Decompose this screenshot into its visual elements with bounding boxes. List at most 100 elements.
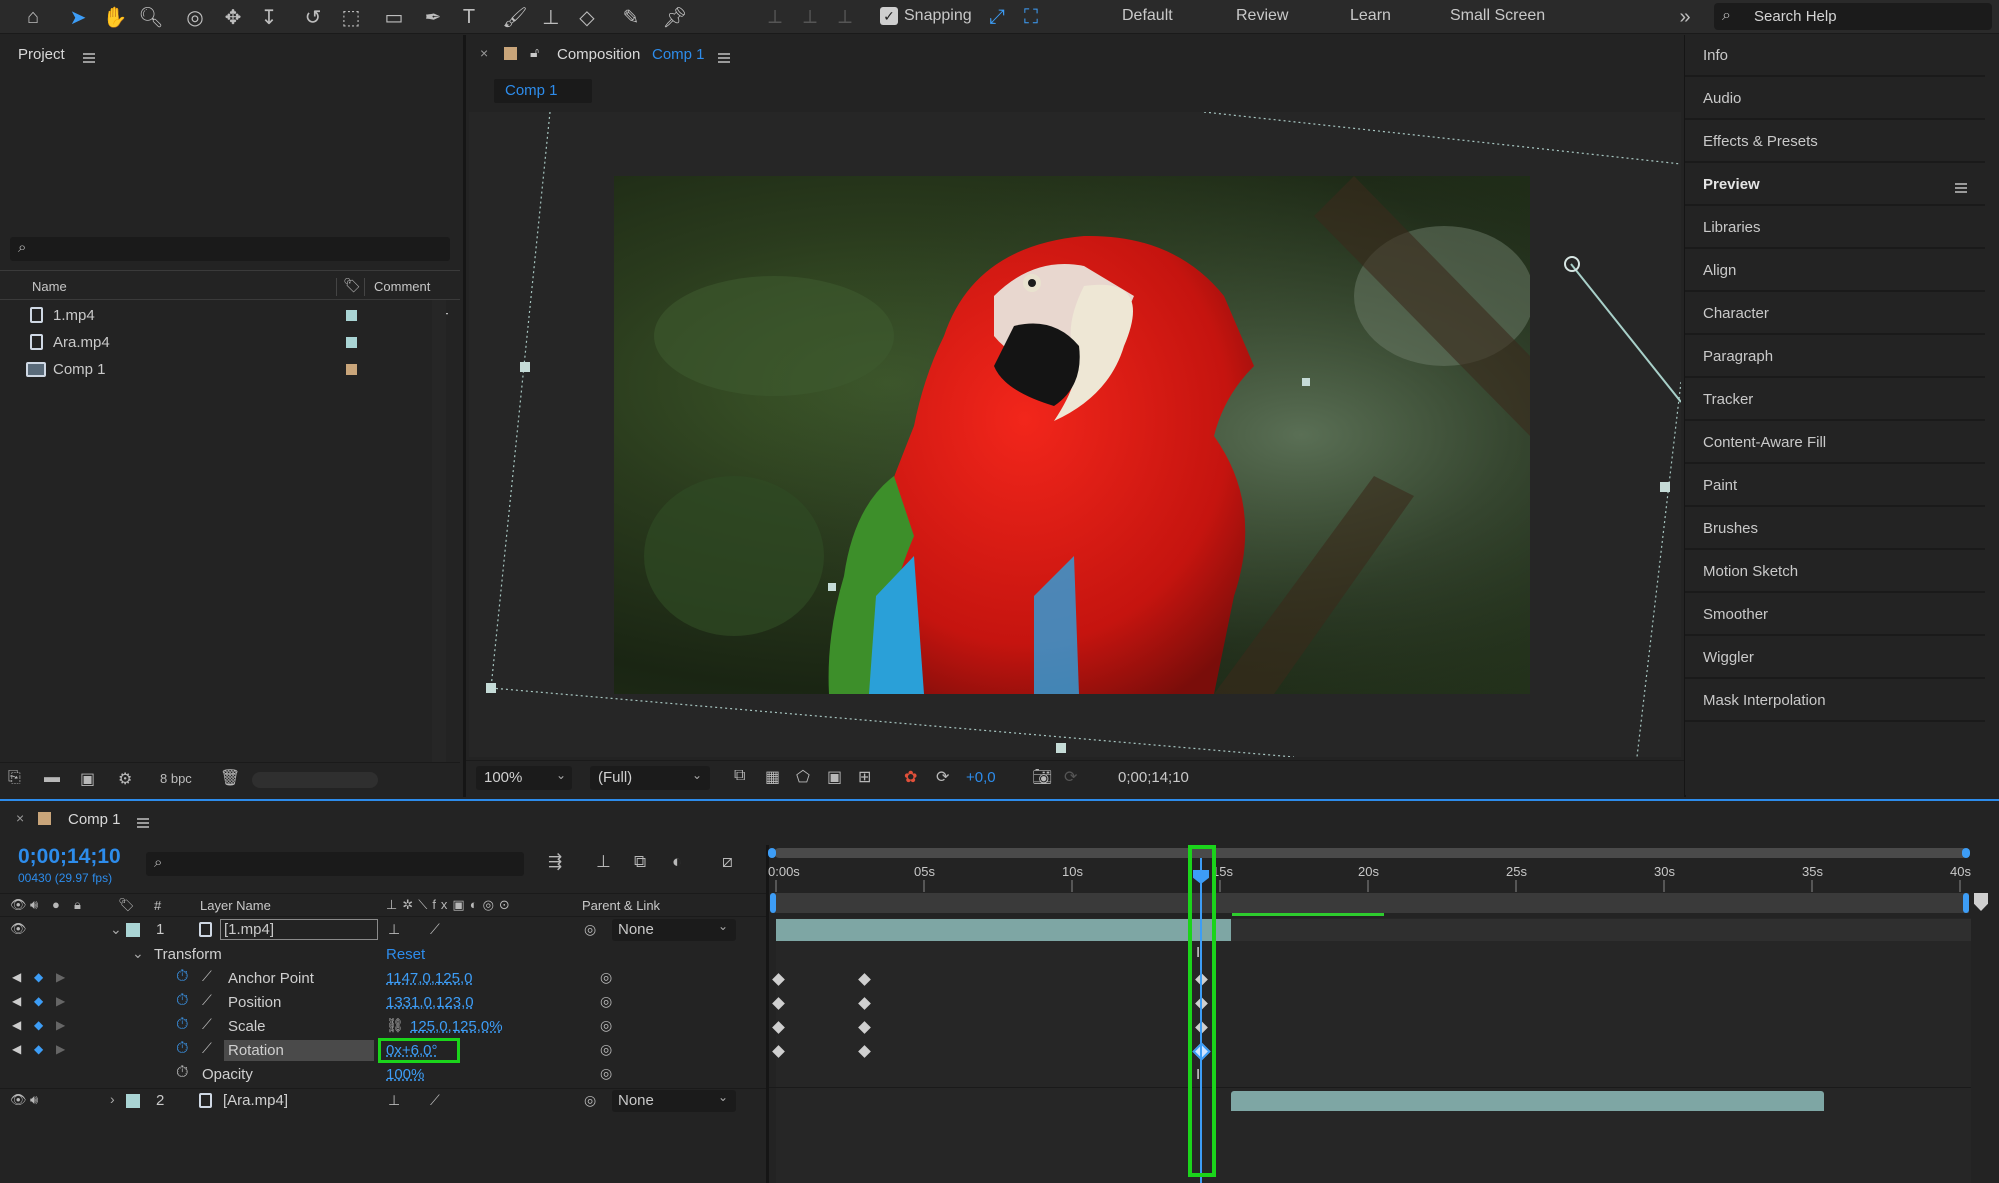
guides-grid-icon[interactable]: ⊞ bbox=[858, 767, 871, 787]
label-color-swatch[interactable] bbox=[346, 364, 357, 375]
next-keyframe-icon[interactable]: ▶ bbox=[56, 994, 65, 1008]
solo-icon[interactable]: ● bbox=[52, 897, 60, 912]
project-item-ara[interactable]: Ara.mp4 bbox=[0, 330, 460, 356]
frame-blending-icon[interactable]: ◐ bbox=[672, 852, 682, 872]
column-header-name[interactable]: Name bbox=[32, 279, 67, 294]
work-area-end-handle[interactable] bbox=[1963, 893, 1969, 913]
add-keyframe-icon[interactable]: ◆ bbox=[34, 1042, 43, 1056]
stopwatch-icon[interactable]: ⏱︎ bbox=[176, 968, 188, 986]
mask-visibility-icon[interactable]: ⬠ bbox=[796, 767, 810, 787]
transform-handle[interactable] bbox=[1660, 482, 1670, 492]
dolly-camera-icon[interactable]: ↧ bbox=[254, 2, 284, 32]
region-of-interest-icon[interactable]: ▣ bbox=[827, 767, 842, 787]
graph-icon[interactable]: ⟋ bbox=[202, 968, 212, 985]
layer-row-1[interactable]: 👁︎ ⌄ 1 [1.mp4] ⊥ ⟋ ◎ None ⌄ bbox=[0, 918, 766, 942]
label-tag-icon[interactable]: 🏷︎ bbox=[118, 897, 135, 913]
close-tab-icon[interactable]: × bbox=[480, 45, 488, 61]
property-value[interactable]: 100% bbox=[386, 1066, 424, 1083]
transform-handle[interactable] bbox=[486, 683, 496, 693]
property-row-rotation[interactable]: ◀ ◆ ▶ ⏱︎ ⟋ Rotation 0x+6,0° ◎ bbox=[0, 1038, 766, 1063]
panel-paint[interactable]: Paint bbox=[1685, 466, 1985, 507]
panel-info[interactable]: Info bbox=[1685, 36, 1985, 77]
eye-icon[interactable]: 👁︎ bbox=[10, 1092, 27, 1108]
work-area-start-handle[interactable] bbox=[770, 893, 776, 913]
stopwatch-icon[interactable]: ⏱︎ bbox=[176, 1016, 188, 1034]
timeline-menu-icon[interactable] bbox=[137, 815, 149, 832]
composition-viewer[interactable] bbox=[469, 112, 1681, 757]
subtab-comp1[interactable]: Comp 1 bbox=[494, 79, 592, 103]
orbit-camera-icon[interactable]: ◎ bbox=[180, 2, 210, 32]
layer-2-duration-bar[interactable] bbox=[1231, 1091, 1824, 1111]
next-keyframe-icon[interactable]: ▶ bbox=[56, 970, 65, 984]
hand-tool-icon[interactable]: ✋ bbox=[100, 2, 130, 32]
reset-exposure-icon[interactable]: ⟳ bbox=[936, 767, 949, 787]
new-composition-icon[interactable]: ▣ bbox=[80, 769, 95, 789]
prev-keyframe-icon[interactable]: ◀ bbox=[12, 994, 21, 1008]
property-row-opacity[interactable]: ⏱︎ Opacity 100% ◎ bbox=[0, 1063, 766, 1087]
axis-world-icon[interactable]: ⟂ bbox=[795, 2, 825, 32]
add-keyframe-icon[interactable]: ◆ bbox=[34, 1018, 43, 1032]
next-keyframe-icon[interactable]: ▶ bbox=[56, 1042, 65, 1056]
pan-behind-icon[interactable]: ⬚ bbox=[336, 2, 366, 32]
more-workspaces-icon[interactable]: » bbox=[1670, 2, 1700, 32]
project-menu-icon[interactable] bbox=[83, 50, 95, 67]
roto-brush-icon[interactable]: ✎ bbox=[616, 2, 646, 32]
shy-switch-icon[interactable]: ⊥ bbox=[388, 921, 400, 938]
time-navigator-bar[interactable] bbox=[774, 848, 1968, 858]
workspace-learn[interactable]: Learn bbox=[1350, 7, 1391, 25]
selection-tool-icon[interactable]: ➤ bbox=[63, 2, 93, 32]
home-icon[interactable]: ⌂ bbox=[18, 2, 48, 32]
next-keyframe-icon[interactable]: ▶ bbox=[56, 1018, 65, 1032]
exposure-value[interactable]: +0,0 bbox=[966, 769, 996, 786]
zoom-tool-icon[interactable]: 🔍︎ bbox=[136, 2, 166, 32]
work-area-bar[interactable] bbox=[773, 893, 1969, 913]
thumbnail-slider[interactable] bbox=[252, 772, 378, 788]
timeline-search-input[interactable]: ⌕ bbox=[146, 852, 524, 876]
expression-pickwhip-icon[interactable]: ◎ bbox=[600, 1041, 612, 1058]
axis-local-icon[interactable]: ⟂ bbox=[760, 2, 790, 32]
panel-content-aware-fill[interactable]: Content-Aware Fill bbox=[1685, 423, 1985, 464]
switches-header[interactable]: ⊥✲⟍fx▣◐◎⊙ bbox=[386, 897, 515, 913]
layer-1-duration-bar[interactable] bbox=[776, 919, 1231, 941]
chevron-right-icon[interactable]: › bbox=[110, 1091, 115, 1107]
navigator-end-handle[interactable] bbox=[1962, 848, 1970, 858]
graph-icon[interactable]: ⟋ bbox=[202, 1016, 212, 1033]
workspace-review[interactable]: Review bbox=[1236, 7, 1288, 25]
add-keyframe-icon[interactable]: ◆ bbox=[34, 970, 43, 984]
color-channels-icon[interactable]: ✿ bbox=[904, 767, 917, 787]
trash-icon[interactable]: 🗑︎ bbox=[220, 768, 240, 788]
panel-audio[interactable]: Audio bbox=[1685, 79, 1985, 120]
property-value[interactable]: 0x+6,0° bbox=[386, 1042, 437, 1059]
panel-mask-interpolation[interactable]: Mask Interpolation bbox=[1685, 681, 1985, 722]
resolution-dropdown[interactable]: (Full) ⌄ bbox=[590, 766, 710, 790]
prev-keyframe-icon[interactable]: ◀ bbox=[12, 1018, 21, 1032]
property-row-position[interactable]: ◀ ◆ ▶ ⏱︎ ⟋ Position 1331,0,123,0 ◎ bbox=[0, 991, 766, 1015]
parent-dropdown[interactable]: None ⌄ bbox=[612, 1090, 736, 1112]
project-item-comp1[interactable]: Comp 1 bbox=[0, 357, 460, 383]
bit-depth-button[interactable]: 8 bpc bbox=[160, 771, 192, 786]
constrain-proportions-icon[interactable]: ⛓︎ bbox=[386, 1017, 404, 1034]
search-help-field[interactable]: ⌕ Search Help bbox=[1714, 3, 1992, 30]
pick-whip-icon[interactable]: ◎ bbox=[584, 1092, 596, 1109]
axis-view-icon[interactable]: ⟂ bbox=[830, 2, 860, 32]
panel-libraries[interactable]: Libraries bbox=[1685, 208, 1985, 249]
panel-tracker[interactable]: Tracker bbox=[1685, 380, 1985, 421]
fast-previews-icon[interactable]: ⧉ bbox=[734, 767, 745, 785]
pick-whip-icon[interactable]: ◎ bbox=[584, 921, 596, 938]
property-value[interactable]: 125,0,125,0% bbox=[410, 1018, 503, 1035]
column-header-parent[interactable]: Parent & Link bbox=[582, 898, 660, 913]
property-value[interactable]: 1331,0,123,0 bbox=[386, 994, 474, 1011]
panel-smoother[interactable]: Smoother bbox=[1685, 595, 1985, 636]
pen-tool-icon[interactable]: ✒ bbox=[418, 2, 448, 32]
current-time-display[interactable]: 0;00;14;10 bbox=[18, 845, 121, 869]
graph-icon[interactable]: ⟋ bbox=[202, 992, 212, 1009]
lock-icon[interactable]: 🔒︎ bbox=[74, 897, 81, 913]
close-tab-icon[interactable]: × bbox=[16, 810, 24, 826]
property-row-scale[interactable]: ◀ ◆ ▶ ⏱︎ ⟋ Scale ⛓︎ 125,0,125,0% ◎ bbox=[0, 1015, 766, 1039]
composition-menu-icon[interactable] bbox=[718, 50, 730, 67]
column-header-layer-name[interactable]: Layer Name bbox=[200, 898, 271, 913]
stopwatch-icon[interactable]: ⏱︎ bbox=[176, 1064, 188, 1082]
draft-3d-icon[interactable]: ⊥ bbox=[596, 852, 611, 872]
rectangle-tool-icon[interactable]: ▭ bbox=[379, 2, 409, 32]
eye-icon[interactable]: 👁︎ bbox=[10, 897, 27, 913]
